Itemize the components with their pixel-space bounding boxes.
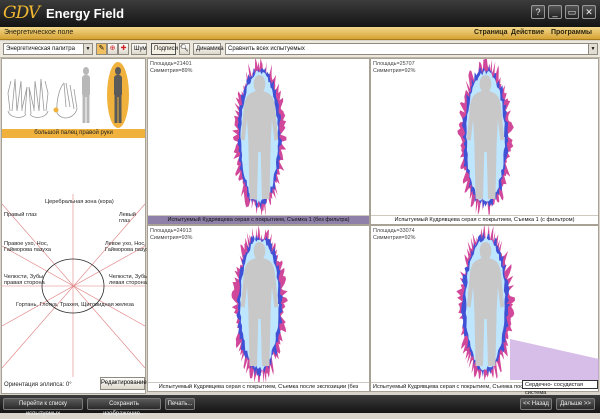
bottom-bar: Перейти к списку испытуемых Сохранить из…	[0, 395, 600, 417]
organ-highlight	[510, 339, 599, 380]
zone-left-eye: Левый глаз	[119, 212, 136, 224]
hands-icon[interactable]	[2, 59, 145, 129]
zoom-icon[interactable]: 🔍︎	[179, 43, 190, 55]
app-title: Energy Field	[46, 6, 125, 21]
compare-select[interactable]: Сравнить всех испытуемых ▼	[225, 43, 598, 55]
aura-image	[231, 226, 288, 384]
menu-bar: Энергетическое поле Страница Действие Пр…	[0, 27, 600, 40]
target-icon[interactable]: ⊕	[107, 43, 118, 55]
zone-right-ear: Правое ухо, Нос, Гайморова пазуха	[4, 241, 51, 253]
aura-image	[457, 59, 514, 217]
app-logo: GDV	[3, 3, 40, 23]
noise-button[interactable]: Шум	[131, 43, 147, 55]
menu-action[interactable]: Действие	[511, 29, 544, 36]
menu-programs[interactable]: Программы	[551, 29, 592, 36]
zone-top: Церебральная зона (кора)	[45, 199, 114, 205]
dynamics-button[interactable]: Динамика	[193, 43, 224, 55]
edit-button[interactable]: Редактирование	[100, 377, 147, 390]
page-subtitle: Энергетическое поле	[4, 29, 74, 36]
aura-panel-3[interactable]: Площадь=24913 Симметрия=93% Испытуемый К…	[147, 225, 370, 392]
chevron-down-icon: ▼	[588, 44, 597, 54]
toolbar: Энергетическая палитра ▼ ✎ ⊕ ✚ Шум Подпис…	[0, 41, 600, 58]
captions-button[interactable]: Подписи	[151, 43, 178, 55]
finger-panel: большой палец правой руки Церебральная з…	[1, 58, 152, 394]
prev-button[interactable]: << Назад	[520, 398, 552, 410]
help-button[interactable]: ?	[531, 5, 545, 19]
panel-caption: Испытуемый Кудрявцева серая с покрытием,…	[148, 382, 369, 391]
restore-button[interactable]: ▭	[565, 5, 579, 19]
title-bar: GDV Energy Field ? _ ▭ ✕	[0, 0, 600, 27]
aura-image	[232, 59, 287, 217]
print-button[interactable]: Печать...	[165, 398, 195, 410]
menu-page[interactable]: Страница	[474, 29, 507, 36]
selected-finger-label: большой палец правой руки	[2, 129, 145, 138]
close-button[interactable]: ✕	[582, 5, 596, 19]
zone-right-eye: Правый глаз	[4, 212, 37, 218]
aura-panel-1[interactable]: Площадь=21401 Симметрия=89% Испытуемый К…	[147, 58, 370, 225]
save-image-button[interactable]: Сохранить изображение...	[87, 398, 161, 417]
organ-tooltip: Сердечно- сосудистая система	[522, 380, 598, 396]
aura-panel-2[interactable]: Площадь=25707 Симметрия=92% Испытуемый К…	[370, 58, 599, 225]
pencil-icon[interactable]: ✎	[96, 43, 107, 55]
palette-select[interactable]: Энергетическая палитра ▼	[3, 43, 93, 55]
chevron-down-icon: ▼	[83, 44, 92, 54]
ellipse-orientation: Ориентация эллипса: 0°	[4, 382, 72, 388]
panel-caption: Испытуемый Кудрявцева серая с покрытием,…	[148, 215, 369, 224]
zone-left-ear: Левое ухо, Нос, Гайморова пазуха	[105, 241, 152, 253]
zone-bottom: Гортань, Глотка, Трахея, Щитовидная желе…	[16, 302, 134, 308]
next-button[interactable]: Дальше >>	[556, 398, 595, 410]
panel-caption: Испытуемый Кудрявцева серая с покрытием,…	[371, 215, 598, 224]
cross-icon[interactable]: ✚	[118, 43, 129, 55]
zone-jaw-left: Челюсти, Зубы левая сторона	[109, 274, 149, 286]
minimize-button[interactable]: _	[548, 5, 562, 19]
zone-jaw-right: Челюсти, Зубы правая сторона	[4, 274, 45, 286]
back-to-list-button[interactable]: Перейти к списку испытуемых	[3, 398, 83, 417]
